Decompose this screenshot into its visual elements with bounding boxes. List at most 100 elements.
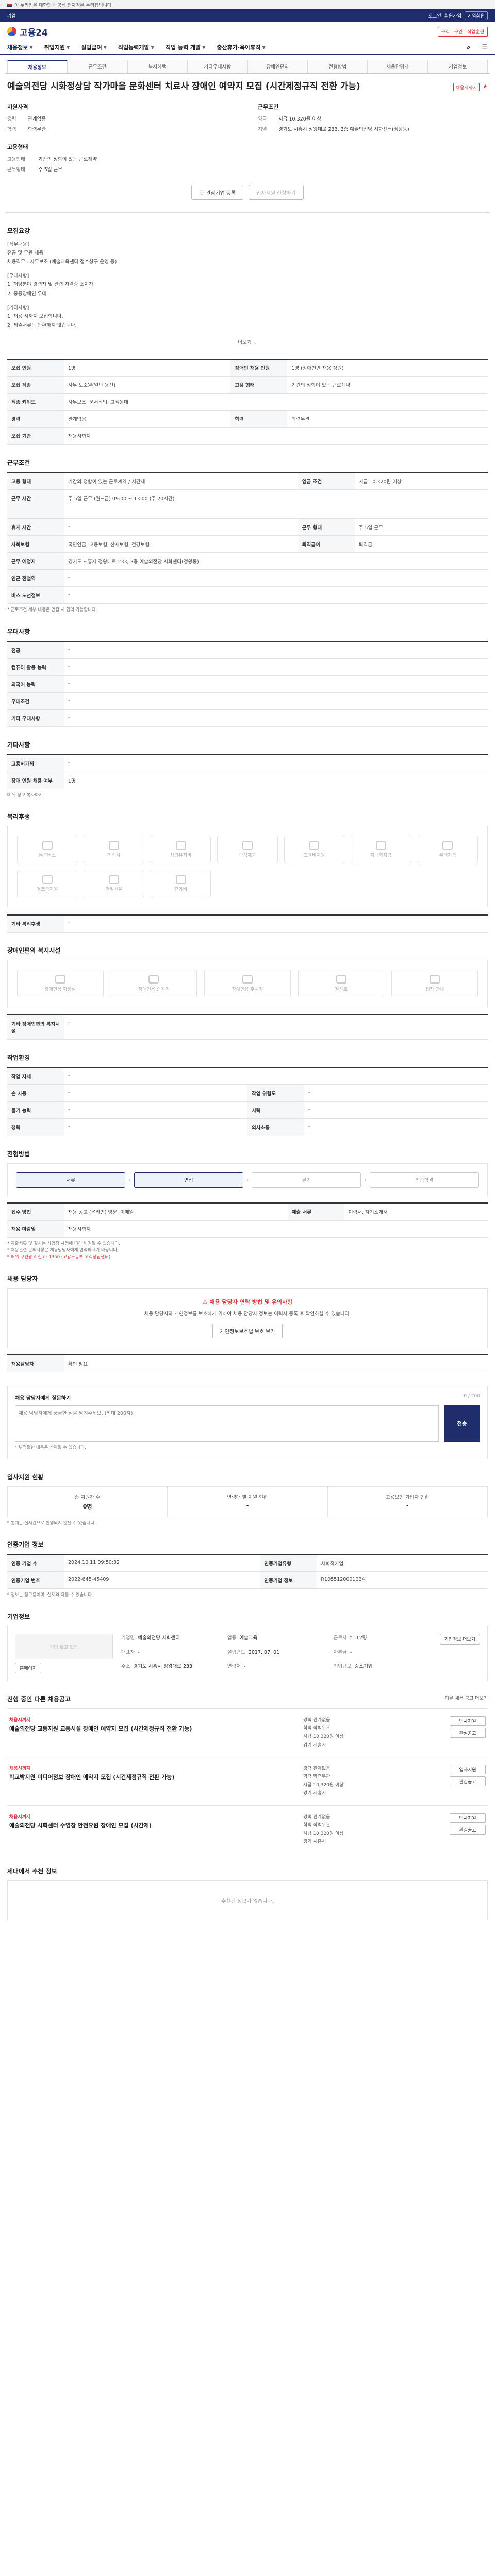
list-item[interactable]: 채용시까지 학교밖지원 미디어정보 장애인 예약지 모집 (시간제정규직 전환 … — [7, 1756, 488, 1805]
work-condition-section: 근무조건 고용 형태 기간의 정함이 있는 근로계약 / 시간제 임금 조건 시급 1… — [7, 458, 488, 614]
nav-item-skills[interactable]: 직업 능력 개발 ▼ — [166, 43, 206, 52]
company-field: 대표자 - — [121, 1649, 140, 1655]
nav-item-support[interactable]: 취업지원 ▼ — [44, 43, 70, 52]
stat-cell: 고용보험 가입자 현황 - — [385, 1494, 430, 1509]
topbar-left[interactable]: 기업 — [7, 12, 16, 19]
job-title-link[interactable]: 예술의전당 교통지원 교통시설 장애인 예약지 모집 (시간제정규직 전환 가능… — [9, 1725, 296, 1733]
interest-button[interactable]: 관심공고 — [450, 1776, 486, 1786]
benefit-tile: 통근버스 — [17, 836, 78, 864]
apply-button[interactable]: 입사지원 신청하기 — [249, 185, 304, 200]
benefits-grid: 통근버스 기숙사 차량유지비 중식제공 교육비지원 자녀학자금 주택자금 경조금… — [7, 826, 488, 908]
copy-info-link[interactable]: ⧉ 위 정보 복사하기 — [7, 792, 488, 799]
present-icon — [109, 875, 120, 884]
cert-note: * 정보는 참고용이며, 실제와 다를 수 있습니다. — [7, 1592, 93, 1598]
table-row: 버스 노선정보 - — [7, 586, 488, 604]
deadline-tag: 채용시까지 — [9, 1814, 31, 1820]
recruit-condition-section: 모집 인원 1명 장애인 채용 인원 1명 (장애인만 채용 정원) 모집 직종 사무 … — [7, 358, 488, 445]
screening-note: * 제출서류 및 절차는 사업장 사정에 따라 변경될 수 있습니다. * 채용… — [7, 1241, 120, 1260]
ramp-icon — [336, 975, 346, 984]
tab-prefer[interactable]: 기타우대사항 — [187, 60, 248, 73]
nav-item-jobs[interactable]: 채용정보 ▼ — [7, 43, 33, 52]
tab-disability[interactable]: 장애인편의 — [248, 60, 308, 73]
job-meta: 경력 관계없음 학력 학력무관 시급 10,320원 이상 경기 시흥시 — [303, 1766, 344, 1797]
tab-company[interactable]: 기업정보 — [427, 60, 488, 73]
job-title-link[interactable]: 예술의전당 시화센터 수영장 안전요원 장애인 모집 (시간제) — [9, 1822, 296, 1829]
company-more-button[interactable]: 기업정보 더보기 — [439, 1634, 480, 1645]
table-row: 컴퓨터 활용 능력 - — [7, 658, 488, 676]
nav-item-benefits[interactable]: 실업급여 ▼ — [81, 43, 107, 52]
section-title: 복리후생 — [7, 813, 30, 821]
interest-company-button[interactable]: ♡ 관심기업 등록 — [191, 185, 244, 200]
signup-link[interactable]: 회원가입 — [444, 12, 461, 19]
deadline-tag: 채용시까지 — [9, 1766, 31, 1771]
section-title: 전형방법 — [7, 1150, 30, 1158]
benefit-tile: 중식제공 — [217, 836, 278, 864]
disability-section: 장애인편의 복지시설 장애인용 화장실 장애인용 승강기 장애인용 주차장 경사… — [7, 946, 488, 1040]
table-row: 접수 방법 채용 공고 (온라인) 방문, 이메일 제출 서류 이력서, 자기소개서 — [7, 1203, 488, 1221]
benefit-tile: 차량유지비 — [150, 836, 211, 864]
homepage-button[interactable]: 홈페이지 — [15, 1663, 42, 1674]
apply-stats-box: 총 지원자 수 0명 연령대 별 지원 현황 - 고용보험 가입자 현황 - — [7, 1486, 488, 1517]
section-title: 우대사항 — [7, 628, 30, 635]
nav-item-training[interactable]: 직업능력개발 ▼ — [118, 43, 154, 52]
job-description-text: [직무내용] 전공 및 무관 채용 채용직무 : 사무보조 (예술교육센터 접수창구… — [7, 242, 117, 328]
nav-item-leave[interactable]: 출산휴가·육아휴직 ▼ — [217, 43, 265, 52]
summary-row: 고용형태 기간의 정함이 있는 근로계약 — [7, 157, 97, 163]
question-box: 채용 담당자에게 질문하기 0 / 200 전송 * 부적절한 내용은 삭제될 … — [7, 1385, 488, 1459]
screening-step: 최종합격 — [369, 1172, 480, 1188]
business-member-link[interactable]: 기업회원 — [464, 11, 488, 20]
table-row: 인증기업 번호 2022-645-45409 인증기업 정보 R10551200010… — [7, 1571, 488, 1589]
house-icon — [442, 841, 453, 850]
company-field: 기업명 예술의전당 시화센터 — [121, 1635, 180, 1641]
header-badge[interactable]: 구직 · 구인 · 직업훈련 — [437, 26, 488, 37]
braille-icon — [430, 975, 440, 984]
etc-table: 고용허가제 - 장애 인원 채용 여부 1명 — [7, 754, 488, 789]
logo-icon[interactable] — [7, 27, 16, 36]
environment-table: 작업 자세 - 손 사용 - 작업 위험도 - 들기 능력 - 시력 - 청력 - 의사소통 - — [7, 1067, 488, 1137]
chevron-down-icon: ▼ — [103, 45, 107, 50]
table-row: 근무 시간 주 5일 근무 (월~금) 09:00 ~ 13:00 (주 20시간… — [7, 489, 488, 519]
tab-screening[interactable]: 전형방법 — [307, 60, 368, 73]
interest-button[interactable]: 관심공고 — [450, 1728, 486, 1738]
elevator-icon — [148, 975, 159, 984]
apply-button[interactable]: 입사지원 — [450, 1716, 486, 1726]
company-field: 근로자 수 12명 — [333, 1635, 367, 1641]
list-item[interactable]: 채용시까지 예술의전당 교통지원 교통시설 장애인 예약지 모집 (시간제정규직… — [7, 1708, 488, 1757]
interest-button[interactable]: 관심공고 — [450, 1824, 486, 1835]
apply-stats-section: 입사지원 현황 총 지원자 수 0명 연령대 별 지원 현황 - 고용보험 가입자 … — [7, 1472, 488, 1527]
chevron-down-icon: ▼ — [29, 45, 33, 50]
related-more-link[interactable]: 다른 채용 공고 더보기 — [445, 1694, 488, 1708]
site-header: 고용24 구직 · 구인 · 직업훈련 — [0, 22, 495, 41]
detail-tabs: 채용정보 근무조건 복지혜택 기타우대사항 장애인편의 전형방법 채용담당자 기… — [5, 60, 490, 74]
login-link[interactable]: 로그인 — [428, 12, 441, 19]
table-row: 전공 - — [7, 641, 488, 659]
tab-welfare[interactable]: 복지혜택 — [127, 60, 188, 73]
site-logo[interactable]: 고용24 — [20, 25, 48, 38]
contact-table: 채용담당자 확인 필요 — [7, 1354, 488, 1372]
more-toggle[interactable]: 더보기 ⌄ — [7, 338, 488, 345]
job-title-link[interactable]: 학교밖지원 미디어정보 장애인 예약지 모집 (시간제정규직 전환 가능) — [9, 1773, 296, 1781]
company-section: 기업정보 기업 로고 없음 홈페이지 기업명 예술의전당 시화센터 업종 예술교육 … — [7, 1612, 488, 1682]
company-box: 기업 로고 없음 홈페이지 기업명 예술의전당 시화센터 업종 예술교육 근로자 수… — [7, 1626, 488, 1682]
disability-grid: 장애인용 화장실 장애인용 승강기 장애인용 주차장 경사로 점자 안내 — [7, 960, 488, 1008]
flag-icon — [7, 4, 12, 7]
table-row: 근무 예정지 경기도 시흥시 정왕대로 233, 3층 예술의전당 시화센터(정왕… — [7, 552, 488, 570]
question-textarea[interactable] — [15, 1405, 439, 1442]
summary-qualification: 지원자격 경력 관계없음 학력 학력무관 — [7, 103, 237, 135]
search-icon[interactable]: ⌕ — [467, 44, 470, 52]
tab-conditions[interactable]: 근무조건 — [67, 60, 127, 73]
tab-contact[interactable]: 채용담당자 — [368, 60, 428, 73]
list-item[interactable]: 채용시까지 예술의전당 시화센터 수영장 안전요원 장애인 모집 (시간제) 경… — [7, 1805, 488, 1854]
apply-button[interactable]: 입사지원 — [450, 1764, 486, 1774]
apply-button[interactable]: 입사지원 — [450, 1812, 486, 1823]
section-title: 기타사항 — [7, 741, 30, 749]
table-row: 작업 자세 - — [7, 1067, 488, 1086]
bookmark-star-icon[interactable]: ★ — [483, 83, 488, 92]
tab-recruit[interactable]: 채용정보 — [7, 60, 68, 73]
send-button[interactable]: 전송 — [444, 1405, 480, 1442]
table-row: 들기 능력 - 시력 - — [7, 1101, 488, 1120]
section-title: 모집요강 — [7, 227, 30, 235]
privacy-view-button[interactable]: 개인정보보호법 보호 보기 — [212, 1323, 283, 1338]
menu-icon[interactable]: ☰ — [482, 44, 488, 52]
screening-step: 필기 — [252, 1172, 361, 1188]
